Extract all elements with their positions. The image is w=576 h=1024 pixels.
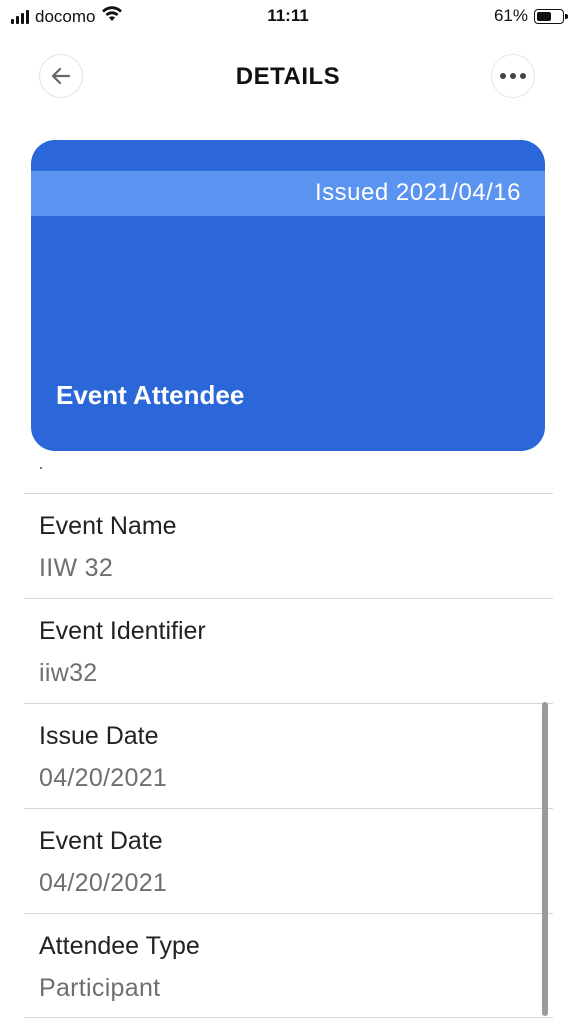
field-label: Event Date	[39, 827, 163, 855]
card-issued-date: Issued 2021/04/16	[315, 179, 521, 206]
field-value: iiw32	[39, 659, 98, 687]
scrollbar[interactable]	[542, 702, 548, 1016]
battery-percent: 61%	[493, 6, 528, 25]
field-label: Issue Date	[39, 722, 159, 750]
page-title: DETAILS	[235, 63, 341, 90]
field-label: Event Name	[39, 512, 177, 540]
field-value: IIW 32	[39, 554, 114, 582]
credential-card: Issued 2021/04/16 Event Attendee	[31, 140, 545, 451]
header: DETAILS	[0, 50, 576, 102]
status-right: 61%	[493, 6, 568, 26]
field-value: 04/20/2021	[39, 869, 168, 897]
field-label: Attendee Type	[39, 932, 200, 960]
more-horizontal-icon	[500, 73, 526, 79]
card-title: Event Attendee	[56, 380, 245, 410]
details-list: Event Name IIW 32 Event Identifier iiw32…	[24, 493, 553, 1018]
divider-dot	[40, 467, 42, 469]
field-value: 04/20/2021	[39, 764, 168, 792]
more-options-button[interactable]	[491, 54, 535, 98]
field-label: Event Identifier	[39, 617, 206, 645]
field-event-date: Event Date 04/20/2021	[24, 808, 553, 913]
status-bar: docomo 11:11 61%	[0, 0, 576, 34]
battery-icon	[534, 8, 568, 24]
status-time: 11:11	[267, 6, 309, 25]
field-attendee-type: Attendee Type Participant	[24, 913, 553, 1018]
field-event-identifier: Event Identifier iiw32	[24, 598, 553, 703]
battery-fill	[537, 11, 551, 21]
card-issued-band: Issued 2021/04/16	[31, 171, 545, 216]
field-event-name: Event Name IIW 32	[24, 493, 553, 598]
field-issue-date: Issue Date 04/20/2021	[24, 703, 553, 808]
field-value: Participant	[39, 974, 161, 1002]
